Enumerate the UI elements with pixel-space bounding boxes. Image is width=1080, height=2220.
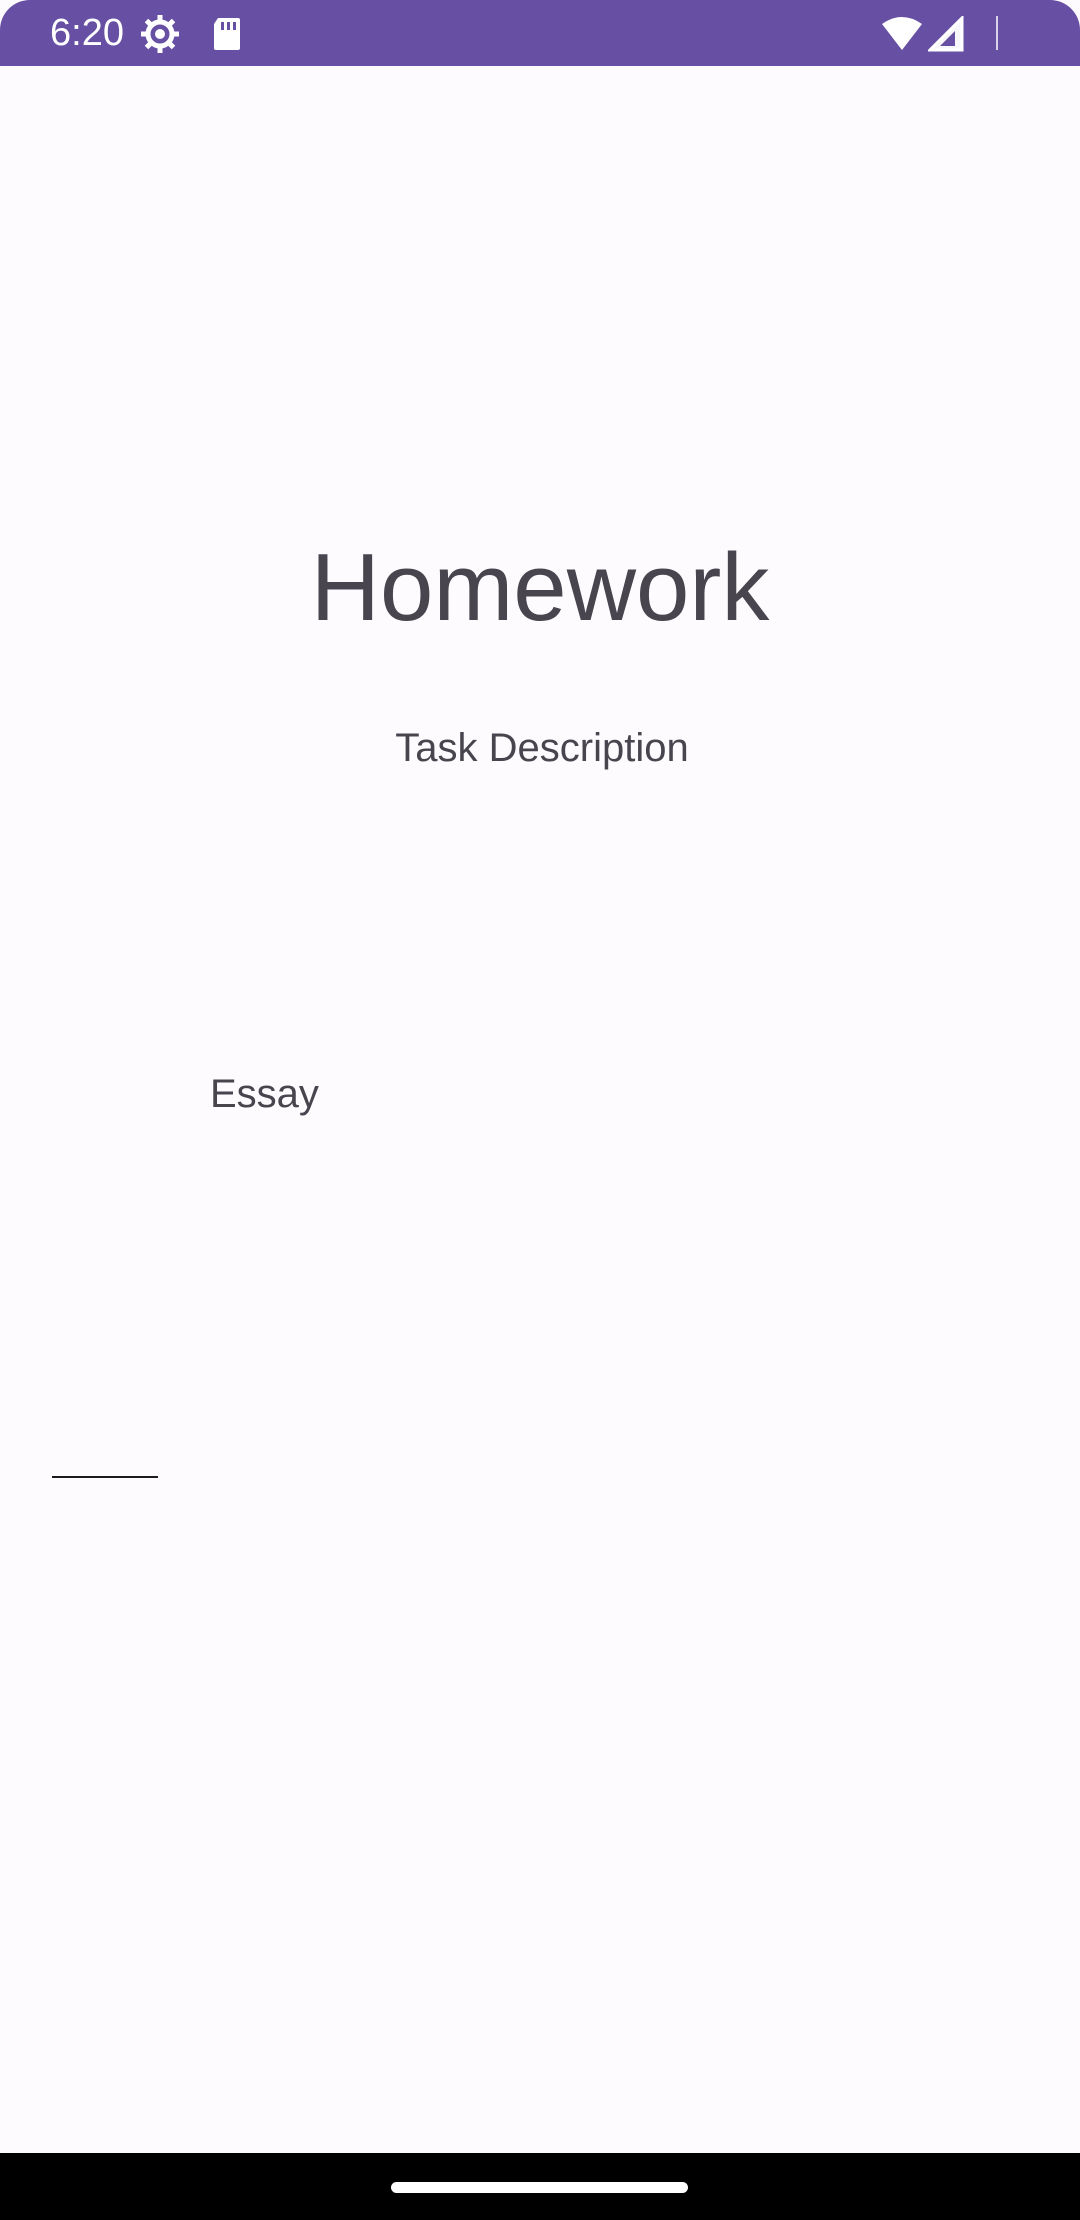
app-screen: 6:20 Homework Task Description Essay <box>0 0 1080 2220</box>
battery-divider <box>996 16 998 50</box>
task-input[interactable] <box>52 1432 158 1478</box>
page-title: Homework <box>310 534 770 641</box>
essay-label: Essay <box>210 1072 319 1116</box>
navigation-bar <box>0 2153 1080 2220</box>
sd-card-icon <box>214 18 240 50</box>
wifi-icon <box>882 17 922 50</box>
status-bar: 6:20 <box>0 0 1080 66</box>
gear-icon <box>141 15 179 53</box>
signal-icon <box>928 16 964 52</box>
home-handle[interactable] <box>391 2182 688 2193</box>
task-description-label: Task Description <box>395 726 689 770</box>
status-time: 6:20 <box>50 12 124 54</box>
